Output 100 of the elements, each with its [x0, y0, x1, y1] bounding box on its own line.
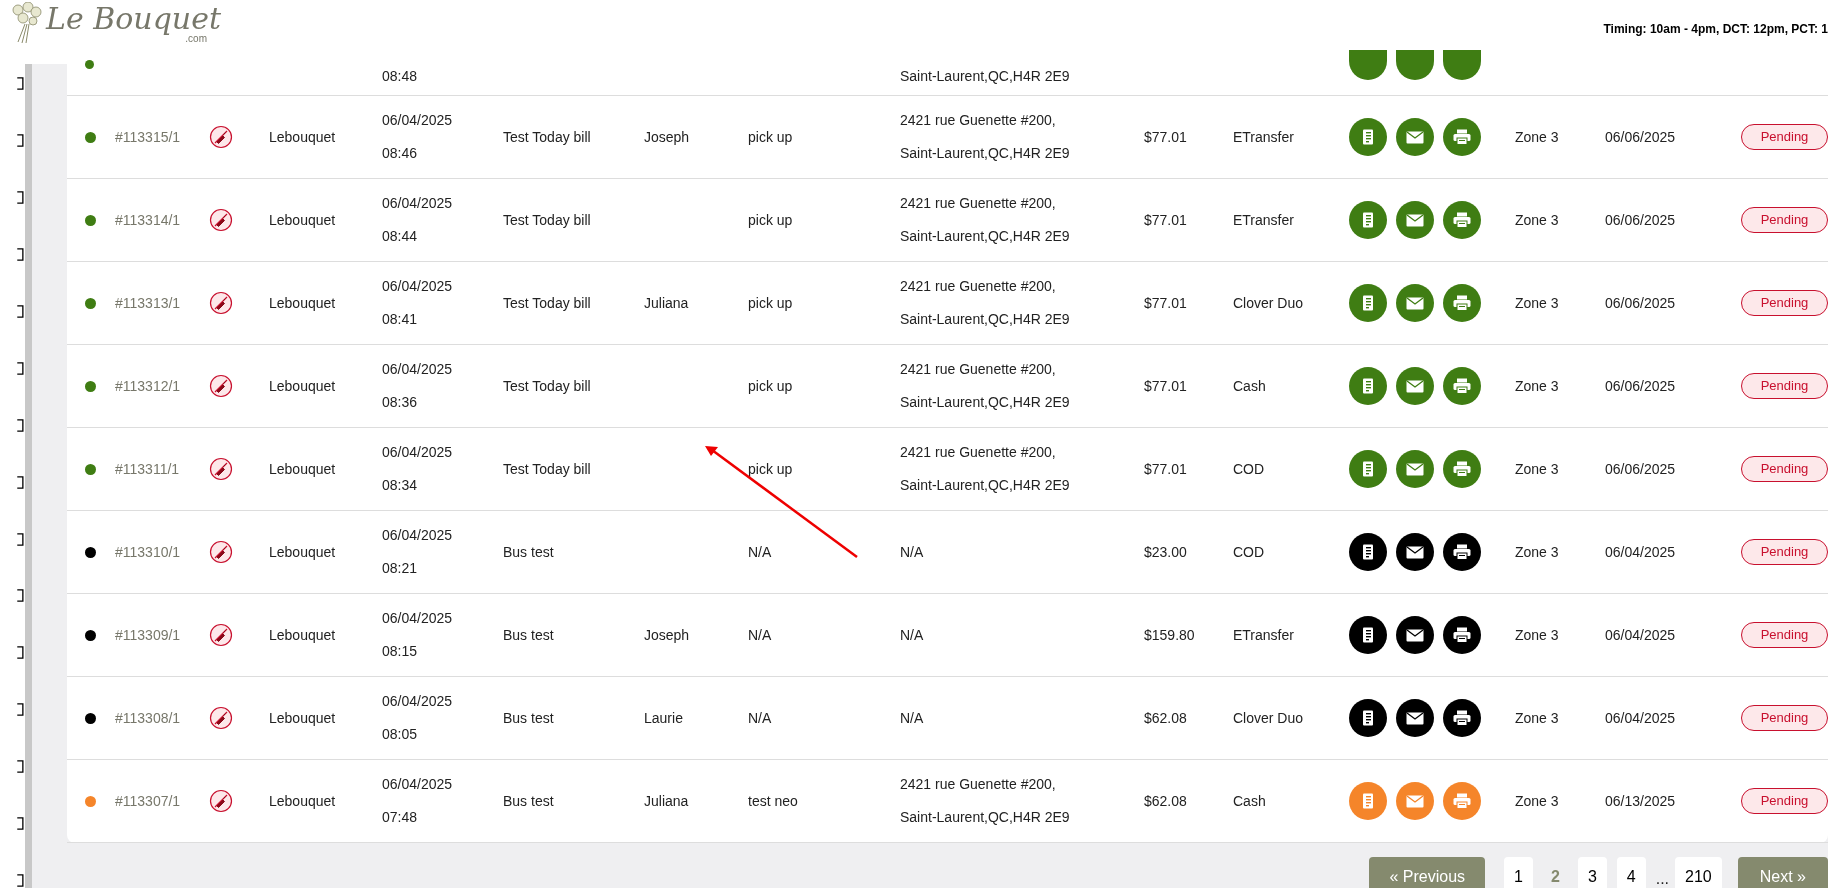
print-button[interactable]: [1443, 699, 1481, 737]
page-button[interactable]: 210: [1675, 857, 1722, 888]
order-link[interactable]: #113310/1: [115, 541, 209, 563]
receipt-button[interactable]: [1349, 533, 1387, 571]
page-button[interactable]: 2: [1543, 857, 1568, 888]
address-text: Saint-Laurent,QC,H4R 2E9: [900, 393, 1071, 412]
due-date: 06/04/2025: [1605, 542, 1677, 562]
printer-icon: [1453, 295, 1471, 311]
address-text: 2421 rue Guenette #200,: [900, 277, 1057, 296]
order-description: Test Today bill: [503, 376, 592, 396]
order-link[interactable]: #113313/1: [115, 292, 209, 314]
address-text: Saint-Laurent,QC,H4R 2E9: [900, 144, 1071, 163]
order-date: 06/04/2025: [382, 609, 454, 628]
receipt-icon: [1361, 129, 1375, 145]
email-button[interactable]: [1396, 533, 1434, 571]
logo-domain: .com: [185, 34, 207, 44]
delivery-method: pick up: [748, 376, 794, 396]
status-badge: Pending: [1741, 373, 1828, 399]
mail-icon: [1406, 379, 1424, 393]
address-text: N/A: [900, 708, 925, 728]
receipt-icon: [1361, 544, 1375, 560]
printer-icon: [1453, 212, 1471, 228]
printer-icon: [1453, 627, 1471, 643]
status-badge: Pending: [1741, 290, 1828, 316]
order-link[interactable]: #113307/1: [115, 790, 209, 812]
page-button[interactable]: 3: [1577, 857, 1607, 888]
zone-text: Zone 3: [1515, 210, 1560, 230]
order-description: Test Today bill: [503, 293, 592, 313]
print-button[interactable]: [1443, 616, 1481, 654]
printer-icon: [1453, 710, 1471, 726]
address-text: 2421 rue Guenette #200,: [900, 360, 1057, 379]
order-amount: $77.01: [1144, 127, 1188, 147]
order-date: 06/04/2025: [382, 443, 454, 462]
due-date: 06/06/2025: [1605, 376, 1677, 396]
next-button[interactable]: Next »: [1737, 857, 1828, 888]
store-name: Lebouquet: [269, 708, 337, 728]
store-name: Lebouquet: [269, 210, 337, 230]
status-badge: Pending: [1741, 788, 1828, 814]
order-description: Test Today bill: [503, 210, 592, 230]
receipt-button[interactable]: [1349, 616, 1387, 654]
zone-text: Zone 3: [1515, 293, 1560, 313]
address-text: Saint-Laurent,QC,H4R 2E9: [900, 67, 1071, 86]
address-text: 2421 rue Guenette #200,: [900, 194, 1057, 213]
order-time: 08:48: [382, 67, 419, 86]
delivery-method: pick up: [748, 459, 794, 479]
order-link[interactable]: #113314/1: [115, 209, 209, 231]
email-button[interactable]: [1396, 699, 1434, 737]
ellipsis-text: ...: [1655, 869, 1670, 888]
zone-text: Zone 3: [1515, 791, 1560, 811]
address-text: Saint-Laurent,QC,H4R 2E9: [900, 808, 1071, 827]
order-time: 08:21: [382, 559, 419, 578]
no-pen-icon[interactable]: [209, 623, 233, 647]
order-link[interactable]: #113309/1: [115, 624, 209, 646]
no-pen-icon[interactable]: [209, 540, 233, 564]
due-date: 06/04/2025: [1605, 625, 1677, 645]
no-pen-icon[interactable]: [209, 291, 233, 315]
action-button[interactable]: [1443, 50, 1481, 80]
no-pen-icon[interactable]: [209, 706, 233, 730]
email-button[interactable]: [1396, 616, 1434, 654]
no-pen-icon[interactable]: [209, 457, 233, 481]
receipt-icon: [1361, 710, 1375, 726]
zone-text: Zone 3: [1515, 376, 1560, 396]
payment-method: ETransfer: [1233, 210, 1295, 230]
mail-icon: [1406, 711, 1424, 725]
page-button[interactable]: 1: [1504, 857, 1533, 888]
page-button[interactable]: 4: [1616, 857, 1646, 888]
no-pen-icon[interactable]: [209, 125, 233, 149]
printer-icon: [1453, 378, 1471, 394]
order-time: 08:05: [382, 725, 419, 744]
status-badge: Pending: [1741, 456, 1828, 482]
no-pen-icon[interactable]: [209, 789, 233, 813]
order-link[interactable]: #113311/1: [115, 458, 209, 480]
address-text: N/A: [900, 542, 925, 562]
order-date: 06/04/2025: [382, 692, 454, 711]
delivery-method: test neo: [748, 791, 799, 811]
receipt-button[interactable]: [1349, 699, 1387, 737]
order-link[interactable]: #113315/1: [115, 126, 209, 148]
due-date: 06/06/2025: [1605, 210, 1677, 230]
payment-method: COD: [1233, 542, 1266, 562]
no-pen-icon[interactable]: [209, 208, 233, 232]
order-link[interactable]: #113312/1: [115, 375, 209, 397]
zone-text: Zone 3: [1515, 625, 1560, 645]
status-badge: Pending: [1741, 207, 1828, 233]
customer-name: Laurie: [644, 708, 684, 728]
order-amount: $23.00: [1144, 542, 1188, 562]
previous-button[interactable]: « Previous: [1369, 857, 1486, 888]
printer-icon: [1453, 461, 1471, 477]
payment-method: Clover Duo: [1233, 708, 1305, 728]
print-button[interactable]: [1443, 533, 1481, 571]
due-date: 06/06/2025: [1605, 127, 1677, 147]
receipt-icon: [1361, 627, 1375, 643]
store-name: Lebouquet: [269, 127, 337, 147]
customer-name: Juliana: [644, 293, 690, 313]
no-pen-icon[interactable]: [209, 374, 233, 398]
action-button[interactable]: [1349, 50, 1387, 80]
order-date: 06/04/2025: [382, 360, 454, 379]
order-link[interactable]: #113308/1: [115, 707, 209, 729]
address-text: Saint-Laurent,QC,H4R 2E9: [900, 227, 1071, 246]
action-button[interactable]: [1396, 50, 1434, 80]
mail-icon: [1406, 462, 1424, 476]
